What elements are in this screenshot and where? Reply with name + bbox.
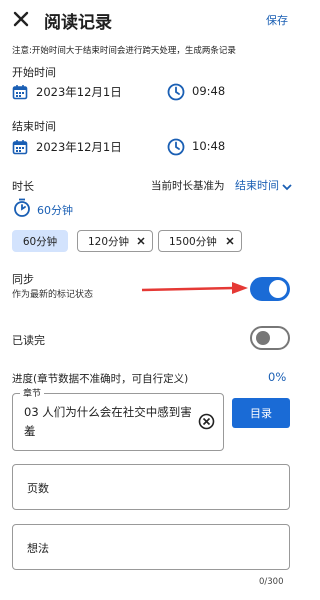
duration-chip-60[interactable]: 60分钟 <box>12 230 68 252</box>
duration-chip-1500[interactable]: 1500分钟 <box>158 230 242 252</box>
duration-label: 时长 <box>12 180 34 193</box>
close-icon[interactable] <box>136 236 146 246</box>
toc-button[interactable]: 目录 <box>232 398 290 428</box>
sync-sublabel: 作为最新的标记状态 <box>12 290 94 300</box>
clear-icon[interactable] <box>198 413 215 430</box>
page-title: 阅读记录 <box>44 13 112 33</box>
start-date[interactable]: 2023年12月1日 <box>36 84 122 100</box>
sync-label: 同步 <box>12 273 34 286</box>
end-time-label: 结束时间 <box>12 120 56 133</box>
calendar-icon <box>12 139 28 155</box>
duration-basis-label: 当前时长基准为 <box>151 180 225 192</box>
duration-basis-value[interactable]: 结束时间 <box>235 177 279 193</box>
chip-label: 120分钟 <box>88 235 130 248</box>
end-date[interactable]: 2023年12月1日 <box>36 139 122 155</box>
calendar-icon <box>12 84 28 100</box>
thoughts-placeholder: 想法 <box>27 542 49 555</box>
chip-label: 1500分钟 <box>169 235 217 248</box>
finished-label: 已读完 <box>12 334 45 347</box>
pages-field[interactable]: 页数 <box>12 464 290 510</box>
close-icon[interactable] <box>225 236 235 246</box>
finished-toggle[interactable] <box>250 326 290 350</box>
chip-label: 60分钟 <box>22 235 58 248</box>
chevron-down-icon[interactable] <box>281 178 293 191</box>
red-arrow-annotation <box>140 281 250 297</box>
thoughts-counter: 0/300 <box>259 577 284 587</box>
chapter-value[interactable]: 03 人们为什么会在社交中感到害羞 <box>24 403 196 441</box>
toggle-knob <box>256 331 270 345</box>
duration-chip-120[interactable]: 120分钟 <box>77 230 153 252</box>
timer-icon <box>13 198 31 218</box>
sync-toggle[interactable] <box>250 277 290 301</box>
close-icon[interactable] <box>10 8 32 30</box>
clock-icon <box>167 83 185 101</box>
thoughts-field[interactable]: 想法 <box>12 524 290 570</box>
end-time[interactable]: 10:48 <box>192 139 225 153</box>
clock-icon <box>167 138 185 156</box>
pages-placeholder: 页数 <box>27 482 49 495</box>
progress-label: 进度(章节数据不准确时，可自行定义) <box>12 373 189 385</box>
save-button[interactable]: 保存 <box>266 12 288 28</box>
progress-percent: 0% <box>268 370 287 384</box>
toggle-knob <box>269 280 287 298</box>
duration-value: 60分钟 <box>37 204 73 217</box>
start-time[interactable]: 09:48 <box>192 84 225 98</box>
note-text: 注意:开始时间大于结束时间会进行跨天处理，生成两条记录 <box>12 46 236 56</box>
start-time-label: 开始时间 <box>12 66 56 79</box>
chapter-field-label: 章节 <box>20 386 45 399</box>
